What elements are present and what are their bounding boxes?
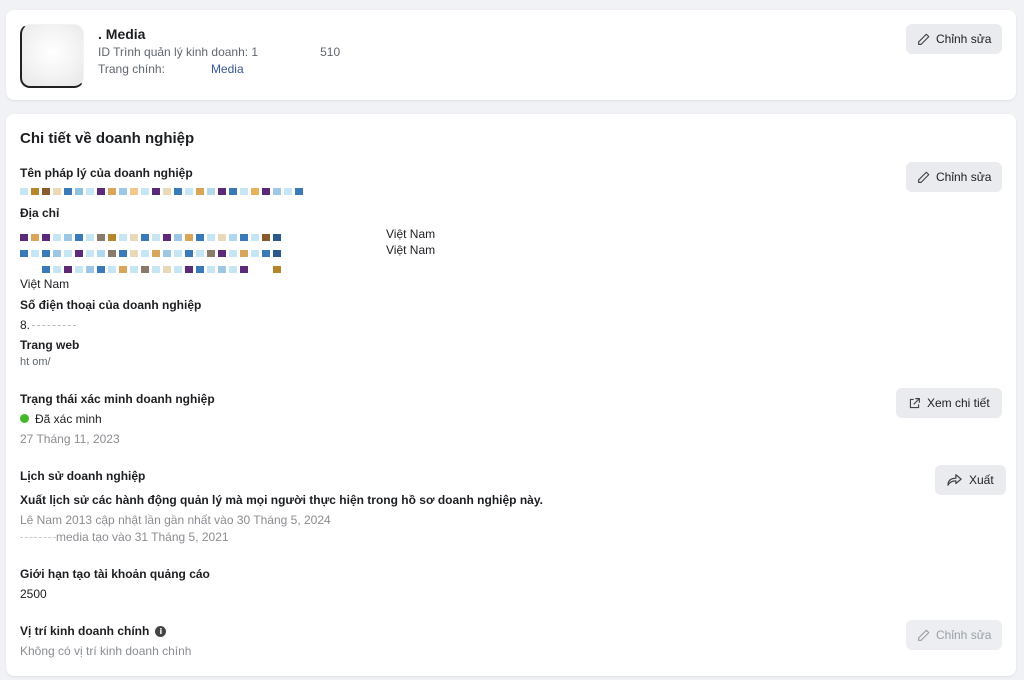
location-value: Không có vị trí kinh doanh chính [20, 644, 192, 658]
address-line-3-redacted [20, 266, 284, 273]
export-button[interactable]: Xuất [935, 465, 1006, 495]
address-country-3: Việt Nam [20, 277, 70, 291]
phone-value: 8. [20, 318, 77, 332]
ad-limit-label: Giới hạn tạo tài khoản quảng cáo [20, 567, 210, 581]
view-details-button[interactable]: Xem chi tiết [896, 388, 1002, 418]
legal-name-redacted [20, 188, 306, 195]
homepage-row: Trang chính: Media [98, 62, 244, 76]
verification-status: Đã xác minh [20, 412, 102, 426]
edit-legal-name-button[interactable]: Chỉnh sửa [906, 162, 1003, 192]
website-value[interactable]: ht om/ [20, 356, 51, 368]
address-country-1: Việt Nam [386, 227, 436, 241]
legal-name-label: Tên pháp lý của doanh nghiệp [20, 166, 193, 180]
view-details-label: Xem chi tiết [927, 396, 990, 410]
section-title: Chi tiết về doanh nghiệp [20, 130, 195, 147]
info-icon[interactable]: i [155, 626, 167, 638]
website-label: Trang web [20, 338, 80, 352]
edit-location-label: Chỉnh sửa [936, 628, 992, 642]
phone-value-text: 8. [20, 318, 31, 332]
verification-date: 27 Tháng 11, 2023 [20, 432, 120, 446]
homepage-label: Trang chính: [98, 62, 165, 76]
address-line-1-redacted [20, 234, 284, 241]
edit-legal-name-label: Chỉnh sửa [936, 170, 992, 184]
edit-profile-label: Chỉnh sửa [936, 32, 992, 46]
business-profile-card: . Media ID Trình quản lý kinh doanh: 1 51… [6, 10, 1016, 100]
pencil-icon [918, 33, 930, 45]
address-line-2-redacted [20, 250, 284, 257]
history-label: Lịch sử doanh nghiệp [20, 469, 146, 483]
pencil-icon [918, 171, 930, 183]
ad-limit-value: 2500 [20, 587, 47, 601]
business-id-suffix: 510 [320, 45, 341, 59]
address-label: Địa chỉ [20, 206, 60, 220]
verification-label: Trạng thái xác minh doanh nghiệp [20, 392, 215, 406]
business-avatar [20, 24, 84, 88]
history-created: media tạo vào 31 Tháng 5, 2021 [20, 530, 229, 544]
business-id-label: ID Trình quản lý kinh doanh: 1 [98, 45, 259, 59]
business-details-card: Chi tiết về doanh nghiệp Tên pháp lý của… [6, 114, 1016, 676]
share-arrow-icon [947, 474, 962, 486]
location-label: Vị trí kinh doanh chính [20, 624, 150, 638]
history-created-text: media tạo vào 31 Tháng 5, 2021 [56, 530, 229, 544]
history-updated: Lê Nam 2013 cập nhật lần gần nhất vào 30… [20, 513, 331, 527]
verification-status-text: Đã xác minh [35, 412, 102, 426]
history-description: Xuất lịch sử các hành động quản lý mà mọ… [20, 493, 543, 507]
business-name: . Media [98, 26, 146, 42]
edit-profile-button[interactable]: Chỉnh sửa [906, 24, 1003, 54]
export-label: Xuất [969, 473, 994, 487]
external-link-icon [909, 397, 920, 408]
business-id: ID Trình quản lý kinh doanh: 1 510 [98, 45, 340, 59]
pencil-icon [918, 629, 930, 641]
verified-check-icon [20, 414, 29, 424]
homepage-link[interactable]: Media [211, 62, 244, 76]
address-country-2: Việt Nam [386, 243, 436, 257]
edit-location-button[interactable]: Chỉnh sửa [906, 620, 1003, 650]
phone-label: Số điện thoại của doanh nghiệp [20, 298, 202, 312]
location-label-row: Vị trí kinh doanh chính i [20, 624, 167, 638]
